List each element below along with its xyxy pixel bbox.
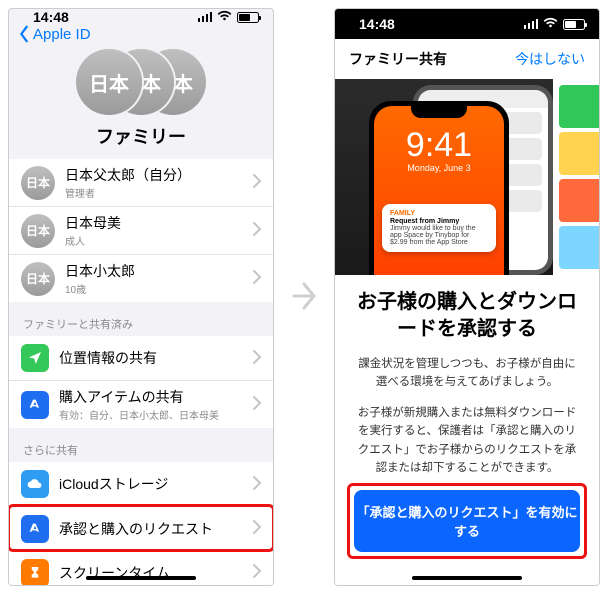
member-role: 成人	[65, 233, 121, 248]
section-header: さらに共有	[9, 428, 273, 462]
status-bar: 14:48	[335, 9, 599, 39]
apps-shelf-icon	[553, 79, 599, 275]
modal-heading: お子様の購入とダウンロードを承認する	[353, 289, 581, 343]
row-sub: 有効：自分、日本小太郎、日本母美	[59, 407, 219, 422]
wifi-icon	[543, 17, 558, 31]
phone-front-icon: 9:41 Monday, June 3 FAMILY Request from …	[369, 101, 509, 275]
member-name: 日本母美	[65, 213, 121, 233]
cellular-icon	[524, 19, 539, 29]
chevron-right-icon	[253, 270, 261, 287]
row-label: 位置情報の共有	[59, 348, 157, 368]
hero: 日本 日本 日本 ファミリー	[9, 43, 273, 159]
member-row[interactable]: 日本 日本父太郎（自分） 管理者	[9, 159, 273, 206]
member-name: 日本父太郎（自分）	[65, 165, 191, 185]
status-icons	[524, 17, 586, 31]
ask-to-buy-modal-screen: 14:48 ファミリー共有 今はしない 9:41	[334, 8, 600, 586]
avatar-icon: 日本	[21, 262, 55, 296]
illustration: 9:41 Monday, June 3 FAMILY Request from …	[335, 79, 599, 275]
more-list: iCloudストレージ 承認と購入のリクエスト スクリーンタイム	[9, 462, 273, 586]
nav-bar: Apple ID	[9, 25, 273, 43]
cloud-icon	[21, 470, 49, 498]
modal-paragraph: お子様が新規購入または無料ダウンロードを実行すると、保護者は「承認と購入のリクエ…	[353, 404, 581, 478]
avatar-icon: 日本	[21, 166, 55, 200]
avatar-circle: 日本	[76, 49, 142, 115]
screentime-row[interactable]: スクリーンタイム	[9, 550, 273, 586]
chevron-right-icon	[253, 396, 261, 413]
back-button[interactable]: Apple ID	[17, 25, 91, 43]
ask-to-buy-row[interactable]: 承認と購入のリクエスト	[9, 506, 273, 550]
row-label: 承認と購入のリクエスト	[59, 519, 213, 539]
notification-card: FAMILY Request from Jimmy Jimmy would li…	[382, 204, 496, 252]
member-row[interactable]: 日本 日本小太郎 10歳	[9, 254, 273, 302]
location-icon	[21, 344, 49, 372]
skip-button[interactable]: 今はしない	[515, 49, 585, 69]
row-label: 購入アイテムの共有	[59, 387, 219, 407]
purchase-sharing-row[interactable]: 購入アイテムの共有 有効：自分、日本小太郎、日本母美	[9, 380, 273, 428]
family-members-list: 日本 日本父太郎（自分） 管理者 日本 日本母美 成人 日本 日本小太郎	[9, 159, 273, 302]
chevron-right-icon	[253, 222, 261, 239]
notif-body: Jimmy would like to buy the app Space by…	[390, 225, 488, 246]
lock-date: Monday, June 3	[374, 164, 504, 173]
status-time: 14:48	[359, 16, 395, 32]
home-indicator[interactable]	[412, 576, 522, 580]
notif-title: Request from Jimmy	[390, 218, 488, 225]
notif-app: FAMILY	[390, 210, 488, 217]
wifi-icon	[217, 10, 232, 24]
chevron-right-icon	[253, 350, 261, 367]
status-time: 14:48	[33, 9, 69, 25]
home-indicator[interactable]	[86, 576, 196, 580]
icloud-storage-row[interactable]: iCloudストレージ	[9, 462, 273, 506]
location-sharing-row[interactable]: 位置情報の共有	[9, 336, 273, 380]
battery-icon	[237, 12, 259, 23]
shared-list: 位置情報の共有 購入アイテムの共有 有効：自分、日本小太郎、日本母美	[9, 336, 273, 428]
chevron-right-icon	[253, 174, 261, 191]
cta-highlight: 「承認と購入のリクエスト」を有効にする	[347, 483, 587, 559]
status-icons	[198, 10, 260, 24]
family-avatars-icon: 日本 日本 日本	[76, 49, 206, 115]
member-role: 10歳	[65, 281, 135, 296]
flow-arrow-icon	[290, 276, 318, 319]
enable-ask-to-buy-button[interactable]: 「承認と購入のリクエスト」を有効にする	[354, 490, 580, 552]
member-row[interactable]: 日本 日本母美 成人	[9, 206, 273, 254]
modal-title: ファミリー共有	[349, 49, 447, 69]
back-label: Apple ID	[33, 26, 91, 43]
modal-paragraph: 課金状況を管理しつつも、お子様が自由に選べる環境を与えてあげましょう。	[353, 355, 581, 392]
modal-header: ファミリー共有 今はしない	[335, 39, 599, 79]
chevron-left-icon	[17, 25, 31, 43]
modal-content: お子様の購入とダウンロードを承認する 課金状況を管理しつつも、お子様が自由に選べ…	[335, 275, 599, 477]
cellular-icon	[198, 12, 213, 22]
avatar-icon: 日本	[21, 214, 55, 248]
appstore-icon	[21, 515, 49, 543]
chevron-right-icon	[253, 520, 261, 537]
row-label: iCloudストレージ	[59, 474, 168, 494]
hourglass-icon	[21, 559, 49, 587]
chevron-right-icon	[253, 564, 261, 581]
member-name: 日本小太郎	[65, 261, 135, 281]
settings-screen: 14:48 Apple ID 日本 日本 日本 ファミリー	[8, 8, 274, 586]
battery-icon	[563, 19, 585, 30]
status-bar: 14:48	[9, 9, 273, 25]
appstore-icon	[21, 391, 49, 419]
lock-time: 9:41	[374, 128, 504, 162]
page-title: ファミリー	[9, 123, 273, 149]
chevron-right-icon	[253, 476, 261, 493]
member-role: 管理者	[65, 185, 191, 200]
section-header: ファミリーと共有済み	[9, 302, 273, 336]
